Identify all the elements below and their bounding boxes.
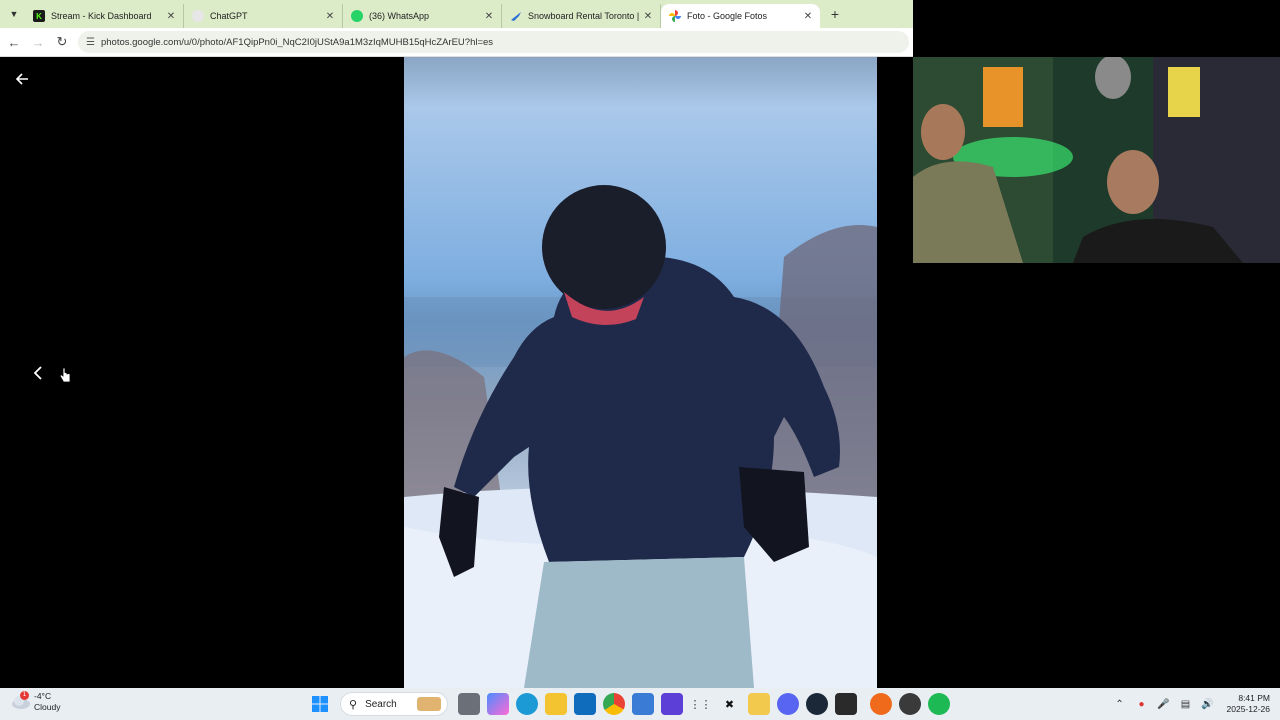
tab-title: ChatGPT [210,11,248,21]
site-info-icon[interactable]: ☰ [86,37,95,48]
windows-taskbar: 1 -4°C Cloudy ⚲ Search ⋮⋮ ✖ ⌃ ● 🎤 ▤ 🔊 8:… [0,688,1280,720]
tab-title: Snowboard Rental Toronto | Re [528,11,642,21]
taskbar-clock[interactable]: 8:41 PM 2025-12-26 [1227,693,1270,715]
browser-toolbar: ← → ↻ ☰ photos.google.com/u/0/photo/AF1Q… [0,28,913,57]
obs-icon[interactable] [899,693,921,715]
kick-icon: K [33,10,45,22]
system-tray: ⌃ ● 🎤 ▤ 🔊 8:41 PM 2025-12-26 [1109,691,1270,717]
vpn-icon[interactable] [660,693,683,715]
capcut-icon[interactable]: ✖ [719,693,741,715]
chatgpt-icon [192,10,204,22]
forward-arrow-icon[interactable]: → [26,30,50,54]
taskbar-apps: ⚲ Search ⋮⋮ ✖ [305,692,954,716]
photo-viewer [0,57,1280,688]
tab-title: Stream - Kick Dashboard [51,11,152,21]
file-explorer-icon[interactable] [544,693,567,715]
reload-icon[interactable]: ↻ [50,30,74,54]
tab-whatsapp[interactable]: (36) WhatsApp ✕ [343,4,502,28]
tab-title: (36) WhatsApp [369,11,430,21]
chrome-icon[interactable] [602,693,625,715]
search-icon: ⚲ [349,698,358,711]
discord-icon[interactable] [776,693,799,715]
new-tab-plus-icon[interactable]: + [824,6,846,22]
webcam-overlay [913,57,1280,263]
network-icon[interactable]: ▤ [1177,695,1195,713]
search-highlight-icon [417,697,441,711]
address-bar[interactable]: ☰ photos.google.com/u/0/photo/AF1QipPn0i… [78,31,909,53]
app-grid-icon[interactable]: ⋮⋮ [690,693,712,715]
tab-search-chevron-icon[interactable]: ▼ [3,3,25,25]
weather-alert-badge: 1 [20,691,29,700]
tab-snowboard-rental[interactable]: Snowboard Rental Toronto | Re ✕ [502,4,661,28]
arrow-left-icon[interactable] [12,69,32,89]
browser-tab-strip: ▼ K Stream - Kick Dashboard ✕ ChatGPT ✕ … [0,0,913,28]
edge-icon[interactable] [515,693,538,715]
app-orange-icon[interactable] [870,693,892,715]
notes-icon[interactable] [747,693,770,715]
tab-close-icon[interactable]: ✕ [483,11,495,22]
whatsapp-icon [351,10,363,22]
microphone-icon[interactable]: 🎤 [1155,695,1173,713]
spotify-icon[interactable] [928,693,950,715]
google-photos-icon [669,10,681,22]
tab-title: Foto - Google Fotos [687,11,768,21]
tab-close-icon[interactable]: ✕ [324,11,336,22]
tab-google-photos[interactable]: Foto - Google Fotos ✕ [661,4,820,28]
clock-time: 8:41 PM [1238,693,1270,703]
copilot-icon[interactable] [486,693,509,715]
epic-games-icon[interactable] [834,693,857,715]
app-tray-icon[interactable]: ● [1133,695,1151,713]
tab-close-icon[interactable]: ✕ [802,11,814,22]
cloud-icon: 1 [10,691,32,711]
windows-start-icon[interactable] [309,693,331,715]
url-text: photos.google.com/u/0/photo/AF1QipPn0i_N… [100,36,494,48]
steam-icon[interactable] [805,693,828,715]
outlook-icon[interactable] [573,693,596,715]
snowboard-icon [510,10,522,22]
chevron-up-icon[interactable]: ⌃ [1111,695,1129,713]
weather-widget[interactable]: 1 -4°C Cloudy [10,691,60,713]
hand-cursor-icon [59,367,71,388]
chevron-left-icon[interactable] [28,361,48,385]
search-label: Search [365,698,397,710]
weather-desc: Cloudy [34,702,61,712]
weather-temp: -4°C [34,691,52,701]
photo-snowboarder [404,57,877,688]
back-arrow-icon[interactable]: ← [2,30,26,54]
tab-kick-dashboard[interactable]: K Stream - Kick Dashboard ✕ [25,4,184,28]
taskbar-search[interactable]: ⚲ Search [340,692,448,716]
tab-close-icon[interactable]: ✕ [165,11,177,22]
tab-close-icon[interactable]: ✕ [642,11,654,22]
volume-icon[interactable]: 🔊 [1199,695,1217,713]
tab-chatgpt[interactable]: ChatGPT ✕ [184,4,343,28]
task-view-icon[interactable] [457,693,480,715]
microsoft-store-icon[interactable] [631,693,654,715]
clock-date: 2025-12-26 [1226,704,1270,714]
